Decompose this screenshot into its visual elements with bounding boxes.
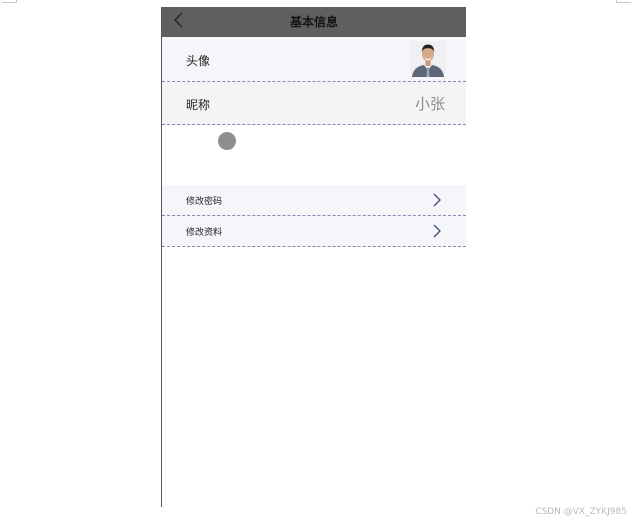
nickname-label: 昵称 xyxy=(186,98,211,112)
chevron-left-icon xyxy=(174,12,183,28)
avatar[interactable] xyxy=(410,41,446,77)
avatar-label: 头像 xyxy=(186,54,211,68)
page: 基本信息 头像 昵称 小张 修改密码 修改资料 CSDN @VX_ZYKJ985 xyxy=(0,0,633,523)
nav-bar: 基本信息 xyxy=(162,7,466,37)
loading-indicator xyxy=(218,132,236,150)
corner-mark-left xyxy=(2,0,17,3)
menu-item-label: 修改密码 xyxy=(186,197,223,207)
watermark: CSDN @VX_ZYKJ985 xyxy=(535,507,627,517)
chevron-right-icon xyxy=(433,224,441,238)
page-title: 基本信息 xyxy=(289,15,338,29)
menu-item-edit-profile[interactable]: 修改资料 xyxy=(162,216,466,247)
menu-item-label: 修改资料 xyxy=(186,228,223,238)
phone-screen: 基本信息 头像 昵称 小张 修改密码 修改资料 xyxy=(161,7,466,507)
corner-mark-right xyxy=(616,0,631,3)
menu-item-change-password[interactable]: 修改密码 xyxy=(162,185,466,216)
back-button[interactable] xyxy=(170,10,190,32)
avatar-row[interactable]: 头像 xyxy=(162,37,466,82)
chevron-right-icon xyxy=(433,193,441,207)
nickname-row[interactable]: 昵称 小张 xyxy=(162,82,466,125)
nickname-value: 小张 xyxy=(414,95,445,113)
